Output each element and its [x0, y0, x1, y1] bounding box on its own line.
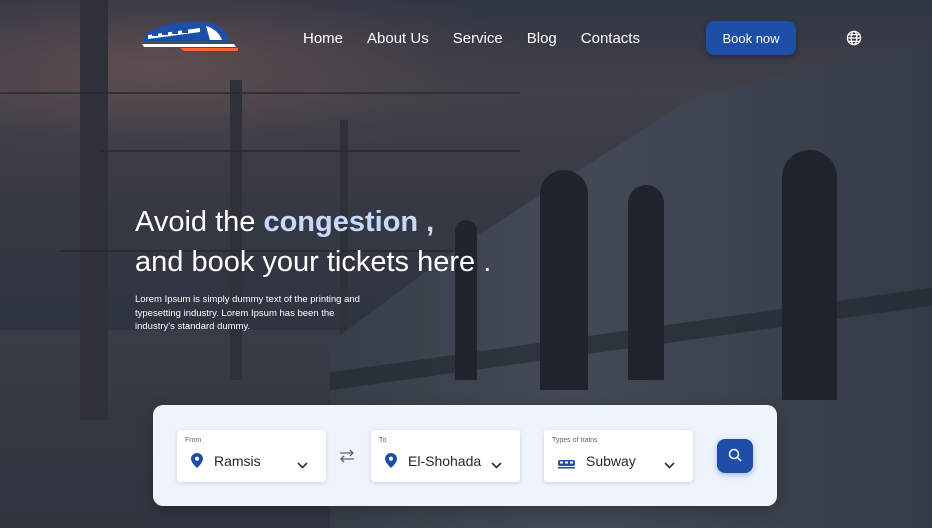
train-icon — [558, 456, 576, 469]
to-select[interactable]: To El-Shohada — [371, 430, 520, 482]
chevron-down-icon — [491, 456, 502, 469]
map-pin-icon — [385, 453, 397, 468]
chevron-down-icon — [664, 456, 675, 469]
from-value: Ramsis — [214, 453, 261, 469]
map-pin-icon — [191, 453, 203, 468]
nav-link-home[interactable]: Home — [303, 30, 343, 47]
train-type-select[interactable]: Types of trains Subway — [544, 430, 693, 482]
globe-icon[interactable] — [846, 30, 862, 46]
site-logo[interactable] — [140, 18, 240, 56]
hero-description: Lorem Ipsum is simply dummy text of the … — [135, 294, 360, 332]
to-label: To — [379, 437, 387, 444]
book-now-button[interactable]: Book now — [706, 21, 796, 55]
nav-link-service[interactable]: Service — [453, 30, 503, 47]
ticket-search-panel: From Ramsis To El-Shohada Types of train… — [153, 405, 777, 506]
search-icon — [728, 448, 742, 465]
search-button[interactable] — [717, 439, 753, 473]
nav-link-blog[interactable]: Blog — [527, 30, 557, 47]
chevron-down-icon — [297, 456, 308, 469]
headline-lead: Avoid the — [135, 206, 264, 238]
from-select[interactable]: From Ramsis — [177, 430, 326, 482]
headline-accent: congestion , — [263, 206, 435, 238]
swap-arrows-icon[interactable] — [339, 449, 355, 463]
train-type-value: Subway — [586, 453, 636, 469]
train-logo-icon — [142, 21, 238, 51]
nav-link-about-us[interactable]: About Us — [367, 30, 429, 47]
headline-second-line: and book your tickets here . — [135, 246, 492, 278]
hero-headline: Avoid the congestion , and book your tic… — [135, 202, 491, 282]
from-label: From — [185, 437, 202, 444]
train-type-label: Types of trains — [552, 437, 598, 444]
nav-link-contacts[interactable]: Contacts — [581, 30, 640, 47]
to-value: El-Shohada — [408, 453, 482, 469]
main-nav: Home About Us Service Blog Contacts — [303, 30, 664, 47]
